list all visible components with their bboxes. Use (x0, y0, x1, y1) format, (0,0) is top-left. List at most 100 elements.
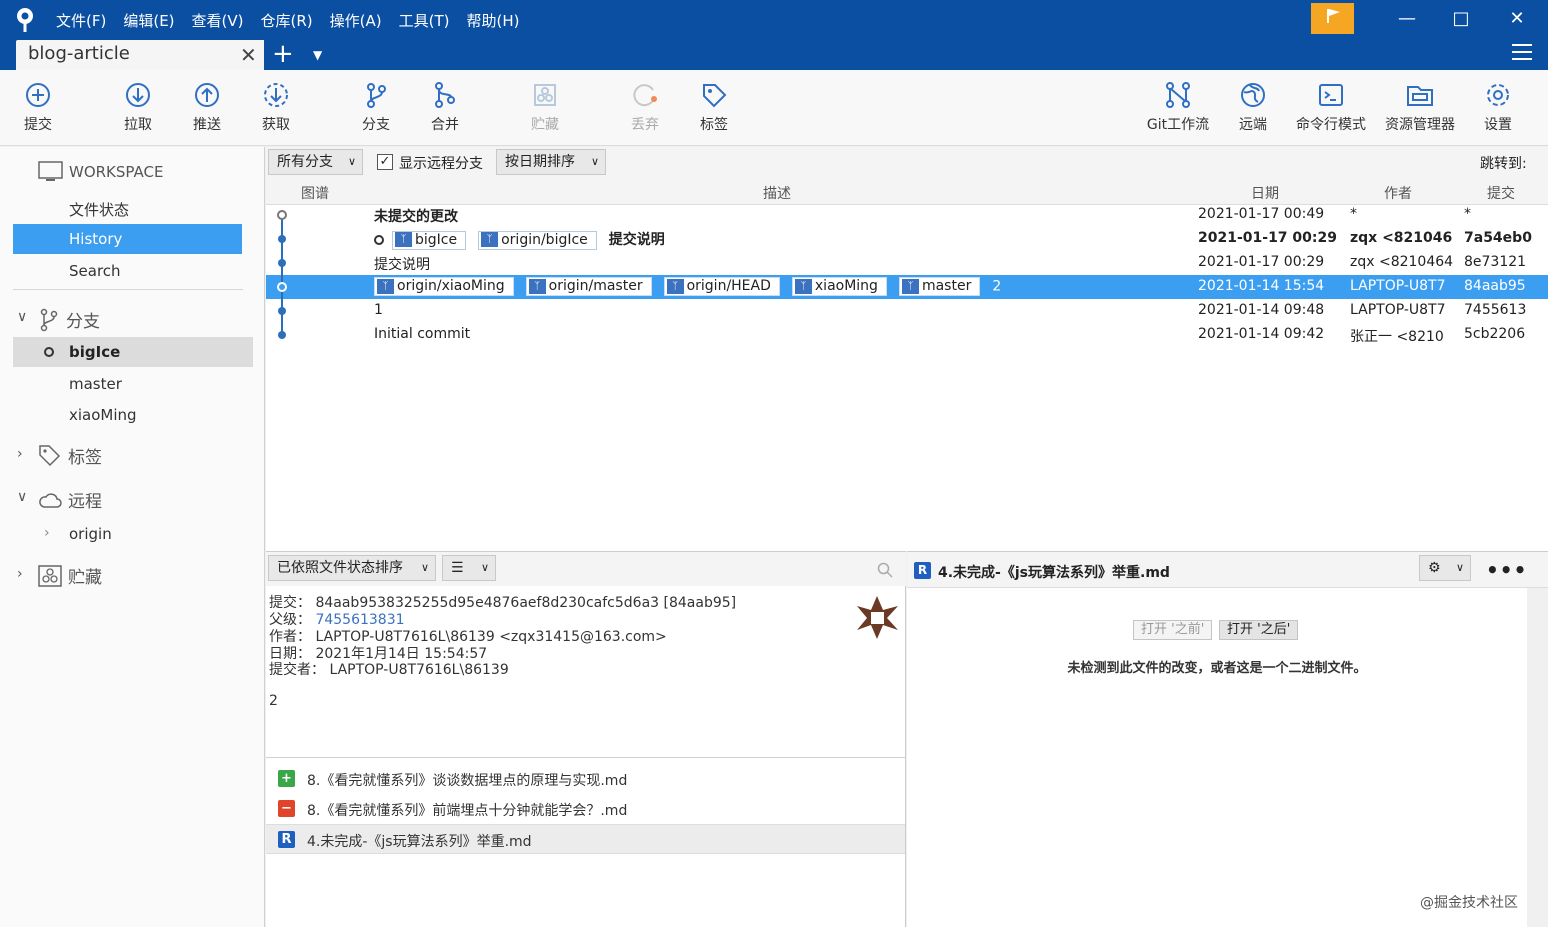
col-author[interactable]: 作者 (1384, 183, 1412, 203)
branch-button[interactable]: 分支 (344, 80, 408, 134)
globe-icon (1241, 83, 1265, 107)
chevron-right-icon[interactable]: › (17, 446, 23, 462)
chevron-down-icon[interactable]: ∨ (17, 489, 27, 505)
branch-ref-badge[interactable]: ᛉ bigIce (392, 230, 467, 250)
ref-label: origin/HEAD (686, 278, 771, 294)
more-options-icon[interactable]: ••• (1486, 558, 1527, 582)
branch-ref-badge[interactable]: ᛉ xiaoMing (791, 277, 887, 296)
file-removed-icon: − (278, 800, 295, 817)
diff-scrollbar[interactable] (1527, 588, 1548, 927)
merge-button[interactable]: 合并 (413, 80, 477, 134)
history-label: History (69, 230, 123, 248)
graph-node (278, 331, 286, 339)
menu-edit[interactable]: 编辑(E) (123, 10, 174, 32)
push-button[interactable]: 推送 (175, 80, 239, 134)
show-remote-checkbox[interactable]: ✓ (377, 154, 393, 170)
pull-button[interactable]: 拉取 (106, 80, 170, 134)
commit-button[interactable]: 提交 (6, 80, 70, 134)
tag-icon (703, 84, 727, 108)
file-added-icon: + (278, 770, 295, 787)
tags-header[interactable]: 标签 (38, 443, 102, 468)
col-description[interactable]: 描述 (763, 183, 791, 203)
tab-dropdown-icon[interactable]: ▼ (313, 48, 322, 62)
remote-label: 远端 (1239, 117, 1267, 133)
branch-ref-badge[interactable]: ᛉ origin/master (525, 277, 652, 296)
close-window-button[interactable]: ✕ (1497, 4, 1537, 34)
notification-flag-button[interactable] (1311, 3, 1354, 34)
sidebar-remote-origin[interactable]: origin (69, 525, 112, 543)
commit-row[interactable]: 未提交的更改 2021-01-17 00:49 * * (266, 203, 1548, 227)
chevron-down-icon: ∨ (347, 155, 356, 168)
repo-tab[interactable]: blog-article ✕ (16, 40, 264, 70)
chevron-right-icon[interactable]: › (17, 566, 23, 582)
branch-ref-badge[interactable]: ᛉ origin/xiaoMing (374, 277, 514, 296)
pull-icon (126, 83, 150, 107)
col-graph[interactable]: 图谱 (301, 183, 329, 203)
sidebar-item-file-status[interactable]: 文件状态 (69, 199, 129, 220)
sidebar-item-history[interactable]: History (13, 224, 242, 254)
sidebar-branch-bigIce[interactable]: bigIce (13, 337, 253, 367)
commit-row[interactable]: 提交说明 2021-01-17 00:29 zqx <8210464 8e731… (266, 251, 1548, 275)
menu-repository[interactable]: 仓库(R) (261, 10, 313, 32)
branches-header[interactable]: 分支 (38, 307, 100, 332)
chevron-down-icon[interactable]: ∨ (17, 309, 27, 325)
view-mode-dropdown[interactable]: ☰ ∨ (442, 555, 496, 581)
terminal-button[interactable]: 命令行模式 (1290, 80, 1372, 134)
push-label: 推送 (193, 117, 221, 133)
file-sort-dropdown[interactable]: 已依照文件状态排序 ∨ (268, 555, 436, 581)
sidebar-branch-xiaoMing[interactable]: xiaoMing (69, 406, 137, 424)
menu-actions[interactable]: 操作(A) (330, 10, 382, 32)
col-date[interactable]: 日期 (1251, 183, 1279, 203)
settings-button[interactable]: 设置 (1466, 80, 1530, 134)
gitflow-button[interactable]: Git工作流 (1140, 80, 1216, 134)
tag-button[interactable]: 标签 (682, 80, 746, 134)
sort-dropdown[interactable]: 按日期排序 ∨ (496, 149, 606, 175)
sidebar-branch-master[interactable]: master (69, 375, 122, 393)
branch-ref-badge[interactable]: ᛉ master (898, 277, 981, 296)
commit-row[interactable]: 1 2021-01-14 09:48 LAPTOP-U8T7 7455613 (266, 299, 1548, 323)
branch-name: bigIce (69, 343, 121, 361)
open-before-button[interactable]: 打开 '之前' (1133, 620, 1213, 640)
stash-header[interactable]: 贮藏 (38, 563, 102, 588)
menu-view[interactable]: 查看(V) (192, 10, 244, 32)
commit-row[interactable]: ᛉ bigIce ᛉ origin/bigIce 提交说明 2021-01-17 00:… (266, 227, 1548, 251)
explorer-button[interactable]: 资源管理器 (1380, 80, 1460, 134)
branch-ref-badge[interactable]: ᛉ origin/HEAD (663, 277, 780, 296)
open-after-button[interactable]: 打开 '之后' (1219, 620, 1299, 640)
commit-row-selected[interactable]: ᛉ origin/xiaoMing ᛉ origin/master ᛉ origin/HE… (266, 275, 1548, 299)
file-row-added[interactable]: + 8.《看完就懂系列》谈谈数据埋点的原理与实现.md (266, 764, 905, 794)
maximize-button[interactable]: □ (1441, 4, 1481, 34)
jump-to-label[interactable]: 跳转到: (1480, 153, 1527, 173)
remotes-header[interactable]: 远程 (38, 487, 102, 512)
file-row-removed[interactable]: − 8.《看完就懂系列》前端埋点十分钟就能学会？.md (266, 794, 905, 824)
diff-panel: R 4.未完成-《js玩算法系列》举重.md ⚙ ∨ ••• 打开 '之前' 打… (907, 551, 1548, 927)
branch-filter-dropdown[interactable]: 所有分支 ∨ (268, 149, 363, 175)
menu-file[interactable]: 文件(F) (56, 10, 106, 32)
stash-icon (38, 564, 62, 587)
discard-button[interactable]: 丢弃 (613, 80, 677, 134)
history-column-headers: 图谱 描述 日期 作者 提交 (266, 179, 1548, 205)
search-icon[interactable] (877, 562, 893, 578)
fetch-button[interactable]: 获取 (244, 80, 308, 134)
menu-help[interactable]: 帮助(H) (466, 10, 519, 32)
branch-icon: ᛉ (901, 278, 919, 294)
close-tab-icon[interactable]: ✕ (240, 43, 257, 67)
diff-options-dropdown[interactable]: ⚙ ∨ (1419, 555, 1471, 581)
minimize-button[interactable]: — (1387, 4, 1427, 34)
add-tab-button[interactable]: + (272, 40, 294, 68)
branch-ref-badge[interactable]: ᛉ origin/bigIce (478, 230, 597, 250)
commit-label: 提交 (24, 117, 52, 133)
menu-tools[interactable]: 工具(T) (399, 10, 450, 32)
commit-desc: Initial commit (374, 326, 471, 342)
file-row-renamed-selected[interactable]: R 4.未完成-《js玩算法系列》举重.md (266, 824, 905, 854)
stash-button[interactable]: 贮藏 (513, 80, 577, 134)
commit-hash: * (1464, 206, 1471, 222)
col-commit[interactable]: 提交 (1487, 183, 1515, 203)
file-name: 8.《看完就懂系列》前端埋点十分钟就能学会？.md (307, 803, 628, 819)
chevron-right-icon[interactable]: › (44, 525, 50, 541)
hamburger-menu-icon[interactable] (1512, 44, 1532, 62)
pull-label: 拉取 (124, 117, 152, 133)
sidebar-item-search[interactable]: Search (69, 262, 121, 280)
commit-row[interactable]: Initial commit 2021-01-14 09:42 张正一 <821… (266, 323, 1548, 347)
remote-button[interactable]: 远端 (1221, 80, 1285, 134)
